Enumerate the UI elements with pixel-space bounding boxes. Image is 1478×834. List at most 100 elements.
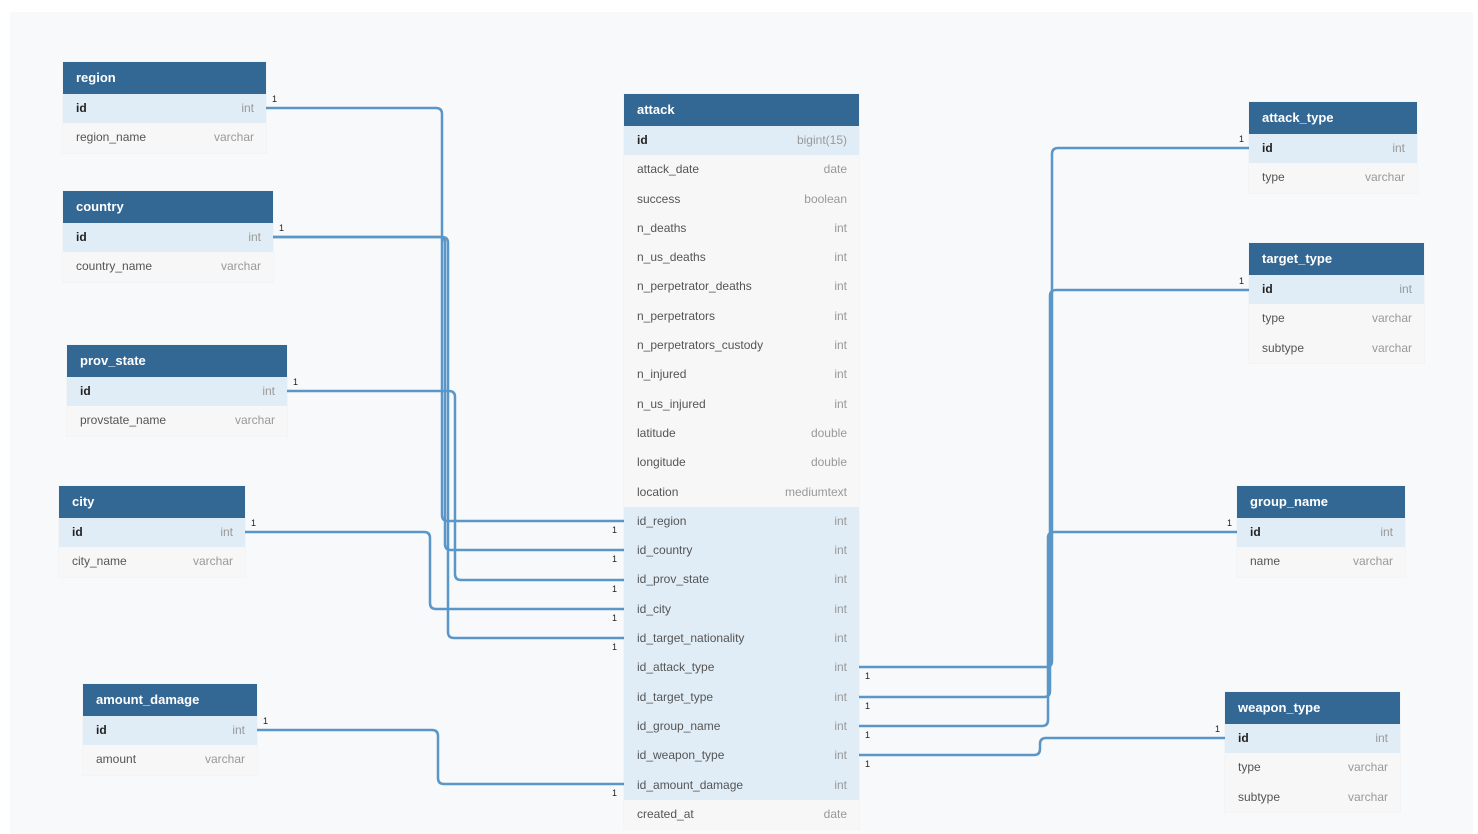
cardinality-label: 1 xyxy=(612,584,618,594)
column-type: bigint(15) xyxy=(796,133,847,147)
table-attack[interactable]: attack id bigint(15) attack_date date success… xyxy=(624,94,859,830)
column-row[interactable]: id int xyxy=(1225,724,1400,754)
column-name: id xyxy=(1262,282,1273,296)
column-row[interactable]: id int xyxy=(59,518,245,548)
column-row[interactable]: n_perpetrators int xyxy=(624,302,859,331)
table-header[interactable]: amount_damage xyxy=(83,684,257,716)
column-type: int xyxy=(1380,525,1393,539)
column-row[interactable]: longitude double xyxy=(624,448,859,477)
column-row[interactable]: amount varchar xyxy=(83,745,257,774)
column-name: id_attack_type xyxy=(637,660,715,675)
column-row[interactable]: type varchar xyxy=(1225,753,1400,782)
column-type: int xyxy=(262,384,275,398)
table-header[interactable]: attack xyxy=(624,94,859,126)
cardinality-label: 1 xyxy=(1227,518,1233,528)
cardinality-label: 1 xyxy=(612,642,618,652)
column-row[interactable]: n_perpetrator_deaths int xyxy=(624,272,859,301)
column-row[interactable]: id_target_nationality int xyxy=(624,624,859,654)
column-type: varchar xyxy=(192,554,233,569)
column-row[interactable]: id int xyxy=(63,94,266,124)
table-header[interactable]: prov_state xyxy=(67,345,287,377)
column-row[interactable]: subtype varchar xyxy=(1249,334,1424,363)
column-row[interactable]: country_name varchar xyxy=(63,252,273,281)
column-row[interactable]: id bigint(15) xyxy=(624,126,859,156)
cardinality-label: 1 xyxy=(612,788,618,798)
table-region[interactable]: region id int region_name varchar xyxy=(63,62,266,153)
column-row[interactable]: type varchar xyxy=(1249,304,1424,333)
column-row[interactable]: id_country int xyxy=(624,536,859,566)
table-header[interactable]: target_type xyxy=(1249,243,1424,275)
column-row[interactable]: id int xyxy=(1237,518,1405,548)
table-amount-damage[interactable]: amount_damage id int amount varchar xyxy=(83,684,257,775)
column-row[interactable]: id int xyxy=(63,223,273,253)
column-row[interactable]: id_target_type int xyxy=(624,682,859,712)
column-name: id xyxy=(76,101,87,115)
column-row[interactable]: id_city int xyxy=(624,594,859,625)
column-name: subtype xyxy=(1262,340,1305,355)
column-type: int xyxy=(834,543,847,558)
column-row[interactable]: id_prov_state int xyxy=(624,565,859,595)
table-city[interactable]: city id int city_name varchar xyxy=(59,486,245,577)
column-row[interactable]: id int xyxy=(67,377,287,407)
column-type: varchar xyxy=(234,413,275,428)
column-name: n_us_deaths xyxy=(637,250,706,265)
column-row[interactable]: success boolean xyxy=(624,185,859,214)
column-row[interactable]: id int xyxy=(1249,275,1424,305)
table-attack-type[interactable]: attack_type id int type varchar xyxy=(1249,102,1417,193)
column-row[interactable]: attack_date date xyxy=(624,155,859,184)
table-target-type[interactable]: target_type id int type varchar subtype varcha… xyxy=(1249,243,1424,363)
column-type: int xyxy=(834,220,847,235)
column-type: int xyxy=(248,230,261,244)
column-type: varchar xyxy=(1371,311,1412,326)
column-type: int xyxy=(834,689,847,704)
column-name: country_name xyxy=(76,259,153,274)
column-name: id xyxy=(80,384,91,398)
table-country[interactable]: country id int country_name varchar xyxy=(63,191,273,282)
column-row[interactable]: created_at date xyxy=(624,800,859,829)
column-row[interactable]: n_us_injured int xyxy=(624,390,859,419)
table-weapon-type[interactable]: weapon_type id int type varchar subtype varcha… xyxy=(1225,692,1400,812)
column-name: n_injured xyxy=(637,367,687,382)
column-row[interactable]: name varchar xyxy=(1237,547,1405,576)
column-row[interactable]: city_name varchar xyxy=(59,547,245,576)
column-type: int xyxy=(834,250,847,265)
column-name: success xyxy=(637,191,681,206)
column-row[interactable]: id_amount_damage int xyxy=(624,770,859,800)
column-row[interactable]: n_us_deaths int xyxy=(624,243,859,272)
column-name: n_deaths xyxy=(637,220,687,235)
column-row[interactable]: n_perpetrators_custody int xyxy=(624,331,859,360)
column-type: int xyxy=(1399,282,1412,296)
column-row[interactable]: id int xyxy=(1249,134,1417,164)
column-row[interactable]: n_deaths int xyxy=(624,214,859,243)
column-row[interactable]: id_attack_type int xyxy=(624,653,859,683)
column-type: int xyxy=(834,308,847,323)
column-name: id xyxy=(96,723,107,737)
column-name: region_name xyxy=(76,130,147,145)
column-type: varchar xyxy=(220,259,261,274)
table-header[interactable]: region xyxy=(63,62,266,94)
column-row[interactable]: region_name varchar xyxy=(63,123,266,152)
column-row[interactable]: location mediumtext xyxy=(624,478,859,507)
column-row[interactable]: id_weapon_type int xyxy=(624,741,859,771)
column-row[interactable]: type varchar xyxy=(1249,163,1417,192)
table-header[interactable]: group_name xyxy=(1237,486,1405,518)
table-header[interactable]: city xyxy=(59,486,245,518)
column-name: city_name xyxy=(72,554,127,569)
table-prov-state[interactable]: prov_stateid int provstate_name varchar xyxy=(67,345,287,436)
column-row[interactable]: id int xyxy=(83,716,257,746)
table-header[interactable]: attack_type xyxy=(1249,102,1417,134)
column-row[interactable]: id_region int xyxy=(624,506,859,537)
column-name: attack_date xyxy=(637,162,700,177)
column-type: double xyxy=(810,425,847,440)
column-type: int xyxy=(834,572,847,587)
table-header[interactable]: weapon_type xyxy=(1225,692,1400,724)
cardinality-label: 1 xyxy=(865,701,871,711)
table-header[interactable]: country xyxy=(63,191,273,223)
column-row[interactable]: n_injured int xyxy=(624,360,859,389)
table-group-name[interactable]: group_name id int name varchar xyxy=(1237,486,1405,577)
column-row[interactable]: subtype varchar xyxy=(1225,783,1400,812)
column-row[interactable]: provstate_name varchar xyxy=(67,406,287,435)
column-name: amount xyxy=(96,752,137,767)
column-row[interactable]: id_group_name int xyxy=(624,711,859,742)
column-row[interactable]: latitude double xyxy=(624,419,859,448)
